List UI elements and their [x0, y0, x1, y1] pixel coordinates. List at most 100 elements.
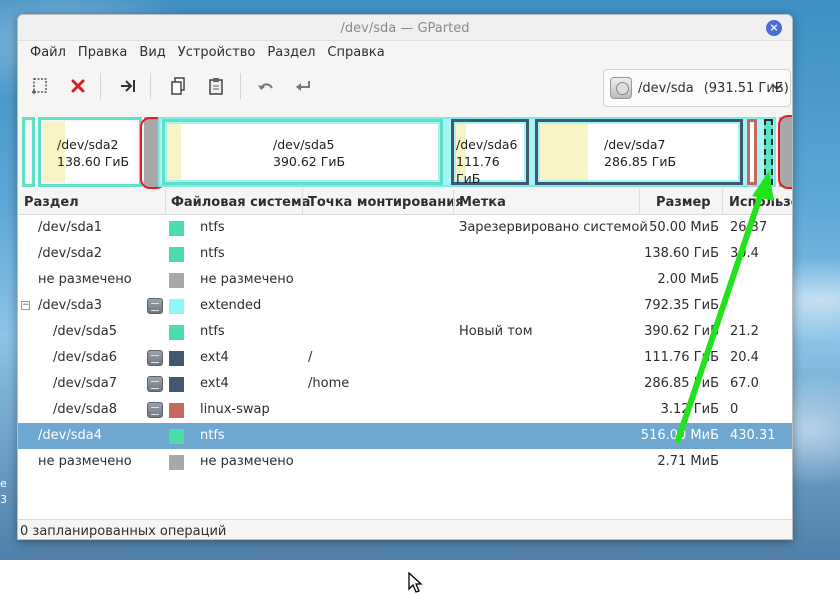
harddisk-icon [610, 77, 632, 99]
delete-partition-button[interactable] [64, 73, 92, 99]
table-row[interactable]: /dev/sda4 ntfs 516.00 МиБ 430.31 [18, 423, 792, 449]
cell-filesystem: ntfs [200, 428, 225, 443]
cell-filesystem: ntfs [200, 246, 225, 261]
toolbar-separator [150, 73, 151, 99]
map-partition-sda4[interactable] [764, 119, 773, 185]
cell-filesystem: linux-swap [200, 402, 270, 417]
map-partition-sda8[interactable] [747, 119, 757, 185]
table-row[interactable]: −/dev/sda3 extended 792.35 ГиБ [18, 293, 792, 319]
map-size-sda7: 286.85 ГиБ [604, 154, 677, 169]
table-row[interactable]: /dev/sda7 ext4/home 286.85 ГиБ 67.0 [18, 371, 792, 397]
menu-edit[interactable]: Правка [72, 45, 133, 60]
cell-used: 30.4 [730, 246, 759, 261]
gparted-window: /dev/sda — GParted × Файл Правка Вид Уст… [17, 14, 793, 540]
cell-used: 20.4 [730, 350, 759, 365]
cell-filesystem: ext4 [200, 350, 229, 365]
device-selector[interactable]: /dev/sda (931.51 ГиБ) [603, 69, 791, 107]
cell-mountpoint: /home [308, 376, 350, 391]
table-row[interactable]: /dev/sda1 ntfs Зарезервировано системой 50.… [18, 215, 792, 241]
menu-file[interactable]: Файл [24, 45, 72, 60]
col-filesystem[interactable]: Файловая система [171, 195, 310, 210]
fs-color-swatch [169, 377, 184, 392]
menu-bar: Файл Правка Вид Устройство Раздел Справк… [18, 41, 792, 63]
map-partition-sda5[interactable]: /dev/sda5 390.62 ГиБ [162, 119, 443, 185]
new-partition-icon [32, 78, 47, 94]
resize-move-icon [121, 80, 135, 92]
col-label[interactable]: Метка [459, 195, 506, 210]
menu-view[interactable]: Вид [133, 45, 171, 60]
apply-button[interactable] [290, 73, 318, 99]
cell-partition: /dev/sda1 [38, 220, 102, 235]
collapse-toggle-icon[interactable]: − [21, 301, 30, 310]
col-size[interactable]: Размер [656, 195, 711, 210]
resize-move-button[interactable] [114, 73, 142, 99]
map-partition-sda6[interactable]: /dev/sda6 111.76 ГиБ [451, 119, 529, 186]
map-partition-sda2[interactable]: /dev/sda2 138.60 ГиБ [38, 117, 142, 187]
cell-partition: не размечено [38, 272, 132, 287]
cell-size: 2.00 МиБ [657, 272, 719, 287]
fs-color-swatch [169, 429, 184, 444]
fs-color-swatch [169, 221, 184, 236]
delete-icon [71, 79, 85, 93]
menu-help[interactable]: Справка [321, 45, 390, 60]
cell-size: 3.12 ГиБ [660, 402, 719, 417]
map-partition-sda7[interactable]: /dev/sda7 286.85 ГиБ [535, 119, 743, 185]
col-partition[interactable]: Раздел [24, 195, 79, 210]
cell-filesystem: ext4 [200, 376, 229, 391]
table-header: Раздел Файловая система Точка монтирован… [18, 189, 792, 215]
map-size-sda2: 138.60 ГиБ [57, 154, 130, 169]
cell-partition: /dev/sda8 [53, 402, 117, 417]
table-row[interactable]: /dev/sda8 linux-swap 3.12 ГиБ 0 [18, 397, 792, 423]
table-row[interactable]: /dev/sda5 ntfs Новый том 390.62 ГиБ 21.2 [18, 319, 792, 345]
pending-operations-text: 0 запланированных операций [20, 524, 227, 539]
fs-color-swatch [169, 273, 184, 288]
copy-button[interactable] [164, 73, 192, 99]
desktop-side-text: e 3 [0, 476, 7, 508]
table-row[interactable]: /dev/sda2 ntfs 138.60 ГиБ 30.4 [18, 241, 792, 267]
col-used[interactable]: Использовано [729, 195, 792, 210]
table-row[interactable]: не размечено не размечено 2.00 МиБ [18, 267, 792, 293]
cell-used: 21.2 [730, 324, 759, 339]
toolbar: /dev/sda (931.51 ГиБ) [18, 63, 792, 111]
desktop-side-text-2: 3 [0, 493, 7, 506]
toolbar-separator [100, 73, 101, 99]
cell-size: 50.00 МиБ [649, 220, 719, 235]
lock-icon [147, 350, 163, 366]
window-title: /dev/sda — GParted [340, 21, 470, 36]
fs-color-swatch [169, 299, 184, 314]
table-row[interactable]: /dev/sda6 ext4 / 111.76 ГиБ 20.4 [18, 345, 792, 371]
map-label-sda7: /dev/sda7 [604, 137, 666, 152]
close-button[interactable]: × [766, 20, 782, 36]
cell-filesystem: ntfs [200, 324, 225, 339]
map-size-sda5: 390.62 ГиБ [273, 154, 346, 169]
fs-color-swatch [169, 247, 184, 262]
lock-icon [147, 402, 163, 418]
map-partition-sda1[interactable] [22, 117, 35, 187]
disk-partition-map: /dev/sda2 138.60 ГиБ /dev/sda5 390.62 Ги… [22, 115, 792, 189]
cell-used: 430.31 [730, 428, 776, 443]
lock-icon [147, 376, 163, 392]
cell-label: Новый том [459, 324, 533, 339]
cell-used: 67.0 [730, 376, 759, 391]
map-label-sda5: /dev/sda5 [273, 137, 335, 152]
cell-partition: /dev/sda3 [38, 298, 102, 313]
undo-button[interactable] [252, 73, 280, 99]
cell-size: 111.76 ГиБ [644, 350, 719, 365]
toolbar-separator [240, 73, 241, 99]
col-mountpoint[interactable]: Точка монтирования [308, 195, 464, 210]
fs-color-swatch [169, 325, 184, 340]
cell-size: 286.85 ГиБ [644, 376, 719, 391]
apply-icon [296, 81, 310, 91]
status-bar: 0 запланированных операций [18, 519, 792, 539]
cell-size: 516.00 МиБ [640, 428, 719, 443]
table-row[interactable]: не размечено не размечено 2.71 МиБ [18, 449, 792, 475]
partition-table: Раздел Файловая система Точка монтирован… [18, 189, 792, 519]
cell-size: 2.71 МиБ [657, 454, 719, 469]
cell-partition: не размечено [38, 454, 132, 469]
paste-button[interactable] [202, 73, 230, 99]
new-partition-button[interactable] [26, 73, 54, 99]
cell-partition: /dev/sda7 [53, 376, 117, 391]
cell-size: 138.60 ГиБ [644, 246, 719, 261]
menu-device[interactable]: Устройство [172, 45, 262, 60]
menu-partition[interactable]: Раздел [261, 45, 321, 60]
